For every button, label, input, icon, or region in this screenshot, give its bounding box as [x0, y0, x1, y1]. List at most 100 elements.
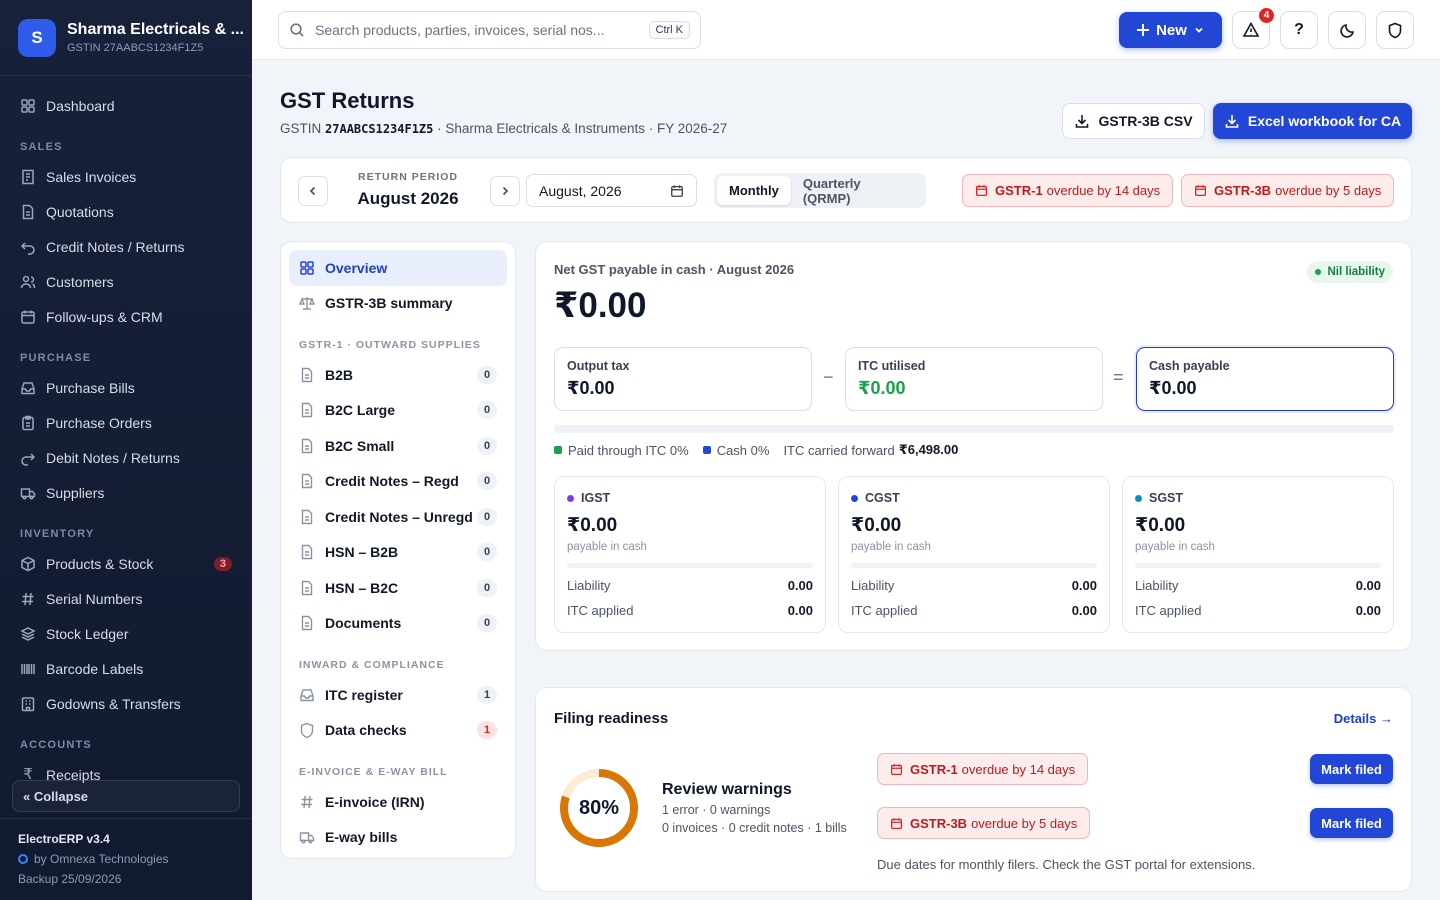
- document-icon: [301, 509, 313, 524]
- help-button[interactable]: ?: [1280, 11, 1318, 49]
- sidebar-item-label: Customers: [46, 273, 114, 290]
- collapse-button[interactable]: « Collapse: [12, 780, 240, 812]
- sidebar-item-barcode-labels[interactable]: Barcode Labels: [10, 651, 242, 686]
- frequency-quarterly[interactable]: Quarterly (QRMP): [791, 176, 923, 206]
- dashboard-icon: [21, 98, 35, 113]
- filing-frequency-toggle: Monthly Quarterly (QRMP): [714, 173, 926, 208]
- sidebar-item-suppliers[interactable]: Suppliers: [10, 475, 242, 510]
- menu-label: Overview: [325, 259, 388, 276]
- menu-gstr3b-summary[interactable]: GSTR-3B summary: [289, 286, 507, 322]
- backup-date: Backup 25/09/2026: [18, 872, 122, 886]
- gstr3b-due-pill: GSTR-3B overdue by 5 days: [877, 807, 1091, 839]
- security-button[interactable]: [1376, 11, 1414, 49]
- clipboard-icon: [22, 415, 34, 430]
- sidebar-item-label: Sales Invoices: [46, 168, 137, 185]
- frequency-monthly[interactable]: Monthly: [717, 176, 791, 205]
- mark-filed-gstr1-button[interactable]: Mark filed: [1310, 754, 1393, 784]
- output-tax-title: Output tax: [567, 359, 630, 373]
- users-icon: [20, 275, 36, 288]
- export-csv-button[interactable]: GSTR-3B CSV: [1062, 103, 1205, 139]
- liability-row: Liability 0.00: [851, 578, 1097, 593]
- theme-toggle-button[interactable]: [1328, 11, 1366, 49]
- menu-itc-register[interactable]: ITC register 1: [289, 677, 507, 713]
- sidebar-item-purchase-orders[interactable]: Purchase Orders: [10, 405, 242, 440]
- menu-overview[interactable]: Overview: [289, 250, 507, 286]
- payment-split-legend: Paid through ITC 0% Cash 0% ITC carried …: [554, 442, 958, 458]
- global-search[interactable]: Ctrl K: [278, 11, 701, 49]
- menu-label: Documents: [325, 615, 402, 632]
- error-summary: 1 error · 0 warnings: [662, 803, 771, 817]
- gstr1-due-pill: GSTR-1 overdue by 14 days: [877, 753, 1089, 785]
- sidebar-item-label: Purchase Orders: [46, 414, 152, 431]
- box-icon: [21, 556, 35, 571]
- gstr1-overdue-pill[interactable]: GSTR-1 overdue by 14 days: [962, 174, 1174, 207]
- building-icon: [21, 696, 35, 711]
- sidebar-item-followups[interactable]: Follow-ups & CRM: [10, 299, 242, 334]
- sidebar-item-dashboard[interactable]: Dashboard: [10, 88, 242, 123]
- topbar: Ctrl K New 4 ?: [252, 0, 1440, 60]
- details-link[interactable]: Details →: [1334, 711, 1393, 726]
- sidebar-item-purchase-bills[interactable]: Purchase Bills: [10, 370, 242, 405]
- chevron-left-icon: [309, 186, 316, 196]
- menu-e-way-bills[interactable]: E-way bills: [289, 820, 507, 856]
- menu-credit-notes-regd[interactable]: Credit Notes – Regd 0: [289, 464, 507, 500]
- month-picker[interactable]: August, 2026: [526, 174, 697, 207]
- menu-hsn-b2b[interactable]: HSN – B2B 0: [289, 535, 507, 571]
- mark-filed-gstr3b-button[interactable]: Mark filed: [1310, 808, 1393, 838]
- new-button[interactable]: New: [1119, 12, 1222, 48]
- menu-e-invoice[interactable]: E-invoice (IRN): [289, 784, 507, 820]
- gstr3b-overdue-pill[interactable]: GSTR-3B overdue by 5 days: [1181, 174, 1395, 207]
- export-excel-button[interactable]: Excel workbook for CA: [1213, 103, 1412, 139]
- warning-icon: [1242, 21, 1260, 37]
- menu-data-checks[interactable]: Data checks 1: [289, 713, 507, 749]
- menu-credit-notes-unregd[interactable]: Credit Notes – Unregd 0: [289, 499, 507, 535]
- sidebar-item-label: Products & Stock: [46, 555, 154, 572]
- sidebar-item-label: Follow-ups & CRM: [46, 308, 163, 325]
- app-version: ElectroERP v3.4: [18, 832, 110, 846]
- sidebar-item-label: Purchase Bills: [46, 379, 135, 396]
- help-icon: ?: [1294, 21, 1304, 38]
- calendar-icon: [975, 185, 988, 197]
- itc-applied-row: ITC applied 0.00: [851, 603, 1097, 618]
- sidebar-item-credit-notes[interactable]: Credit Notes / Returns: [10, 229, 242, 264]
- previous-period-button[interactable]: [298, 176, 328, 206]
- sidebar-item-customers[interactable]: Customers: [10, 264, 242, 299]
- tax-amount: ₹0.00: [567, 515, 618, 536]
- tax-progress-bar: [851, 563, 1097, 568]
- menu-label: Credit Notes – Regd: [325, 473, 459, 490]
- sidebar-item-label: Quotations: [46, 203, 114, 220]
- search-shortcut: Ctrl K: [648, 21, 690, 39]
- menu-b2c-small[interactable]: B2C Small 0: [289, 428, 507, 464]
- liability-label: Liability: [1135, 578, 1179, 593]
- tax-amount: ₹0.00: [851, 515, 902, 536]
- cash-payable-title: Cash payable: [1149, 359, 1230, 373]
- sidebar-item-quotations[interactable]: Quotations: [10, 194, 242, 229]
- company-name: Sharma Electricals & ...: [67, 21, 244, 38]
- document-icon: [301, 580, 313, 595]
- sidebar-item-stock-ledger[interactable]: Stock Ledger: [10, 616, 242, 651]
- menu-count: 0: [477, 365, 497, 384]
- sidebar-item-godowns[interactable]: Godowns & Transfers: [10, 686, 242, 721]
- gstin-value: 27AABCS1234F1Z5: [325, 122, 434, 136]
- document-summary: 0 invoices · 0 credit notes · 1 bills: [662, 821, 847, 835]
- sidebar-item-sales-invoices[interactable]: Sales Invoices: [10, 159, 242, 194]
- menu-label: B2B: [325, 366, 354, 383]
- truck-icon: [299, 832, 315, 844]
- due-date-note: Due dates for monthly filers. Check the …: [877, 857, 1256, 872]
- brand[interactable]: S Sharma Electricals & ... GSTIN 27AABCS…: [0, 0, 252, 76]
- sidebar-item-serial-numbers[interactable]: Serial Numbers: [10, 581, 242, 616]
- sidebar-item-debit-notes[interactable]: Debit Notes / Returns: [10, 440, 242, 475]
- cash-payable-value: ₹0.00: [1149, 378, 1197, 398]
- menu-b2c-large[interactable]: B2C Large 0: [289, 393, 507, 429]
- sidebar-item-products-stock[interactable]: Products & Stock 3: [10, 546, 242, 581]
- menu-documents[interactable]: Documents 0: [289, 606, 507, 642]
- itc-applied-value: 0.00: [1355, 603, 1381, 618]
- menu-hsn-b2c[interactable]: HSN – B2C 0: [289, 570, 507, 606]
- status-dot-icon: [1315, 269, 1322, 275]
- itc-applied-value: 0.00: [787, 603, 813, 618]
- menu-b2b[interactable]: B2B 0: [289, 357, 507, 393]
- search-input[interactable]: [315, 22, 649, 38]
- tax-name: IGST: [581, 491, 611, 505]
- alerts-button[interactable]: 4: [1232, 8, 1274, 49]
- next-period-button[interactable]: [490, 176, 520, 206]
